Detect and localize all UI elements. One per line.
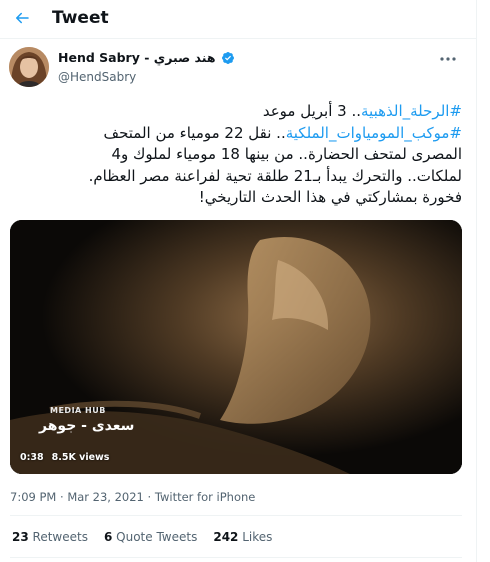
author-name-row: Hend Sabry - هند صبري [58,50,235,65]
avatar-image [9,47,49,87]
tweet-line-2: #موكب_المومياوات_الملكية.. نقل 22 مومياء… [10,123,462,145]
hashtag-link[interactable]: #الرحلة_الذهبية [361,102,462,120]
quote-tweets-count: 6 [103,530,113,544]
verified-badge-icon [221,51,234,64]
tweet-detail-panel: Tweet Hend Sabry - هند صبري @HendSabry #… [0,0,477,562]
tweet-text-segment: .. 3 أبريل موعد [262,102,362,120]
arrow-left-icon [16,12,29,24]
tweet-text: #الرحلة_الذهبية.. 3 أبريل موعد #موكب_الم… [10,101,462,209]
author-info: Hend Sabry - هند صبري @HendSabry [58,50,235,84]
likes-stat[interactable]: 242 Likes [213,530,272,544]
more-horizontal-icon [440,57,456,61]
video-views: 8.5K views [51,452,110,463]
tweet-time[interactable]: 7:09 PM [10,490,56,504]
tweet-line-1: #الرحلة_الذهبية.. 3 أبريل موعد [10,101,462,123]
hashtag-link[interactable]: #موكب_المومياوات_الملكية [286,124,462,142]
page-header: Tweet [0,0,477,38]
tweet-line-3: المصرى لمتحف الحضارة.. من بينها 18 موميا… [111,145,462,163]
video-duration: 0:38 [20,452,44,463]
video-watermark: MEDIA HUB [50,406,106,415]
page-title: Tweet [52,8,109,28]
tweet-line-4: لملكات.. والتحرك يبدأ بـ21 طلقة تحية لفر… [88,166,462,185]
avatar[interactable] [9,47,49,87]
retweets-label: Retweets [32,530,88,544]
separator-dot: · [147,490,152,504]
video-player[interactable]: MEDIA HUB سعدى - جوهر 0:38 8.5K views [10,220,462,474]
retweets-count: 23 [12,530,29,544]
tweet-timestamp-row: 7:09 PM · Mar 23, 2021 · Twitter for iPh… [10,490,255,504]
tweet-date[interactable]: Mar 23, 2021 [67,490,144,504]
likes-count: 242 [213,530,239,544]
author-display-name[interactable]: Hend Sabry - هند صبري [58,50,216,65]
retweets-stat[interactable]: 23 Retweets [12,530,88,544]
video-frame [10,220,462,474]
quote-tweets-stat[interactable]: 6 Quote Tweets [104,530,197,544]
video-caption: سعدى - جوهر [39,418,135,434]
tweet-source[interactable]: Twitter for iPhone [155,490,256,504]
more-options-button[interactable] [438,52,458,66]
engagement-stats: 23 Retweets 6 Quote Tweets 242 Likes [12,530,288,544]
author-handle[interactable]: @HendSabry [58,70,235,84]
quote-tweets-label: Quote Tweets [116,530,198,544]
video-meta: 0:38 8.5K views [20,452,109,463]
tweet-text-segment: .. نقل 22 مومياء من المتحف [103,123,286,142]
header-divider [0,38,477,39]
likes-label: Likes [242,530,273,544]
stats-divider-top [10,515,462,516]
stats-divider-bottom [10,557,462,558]
back-button[interactable] [9,5,35,31]
tweet-line-5: فخورة بمشاركتي في هذا الحدث التاريخي! [198,188,462,206]
separator-dot: · [60,490,64,504]
